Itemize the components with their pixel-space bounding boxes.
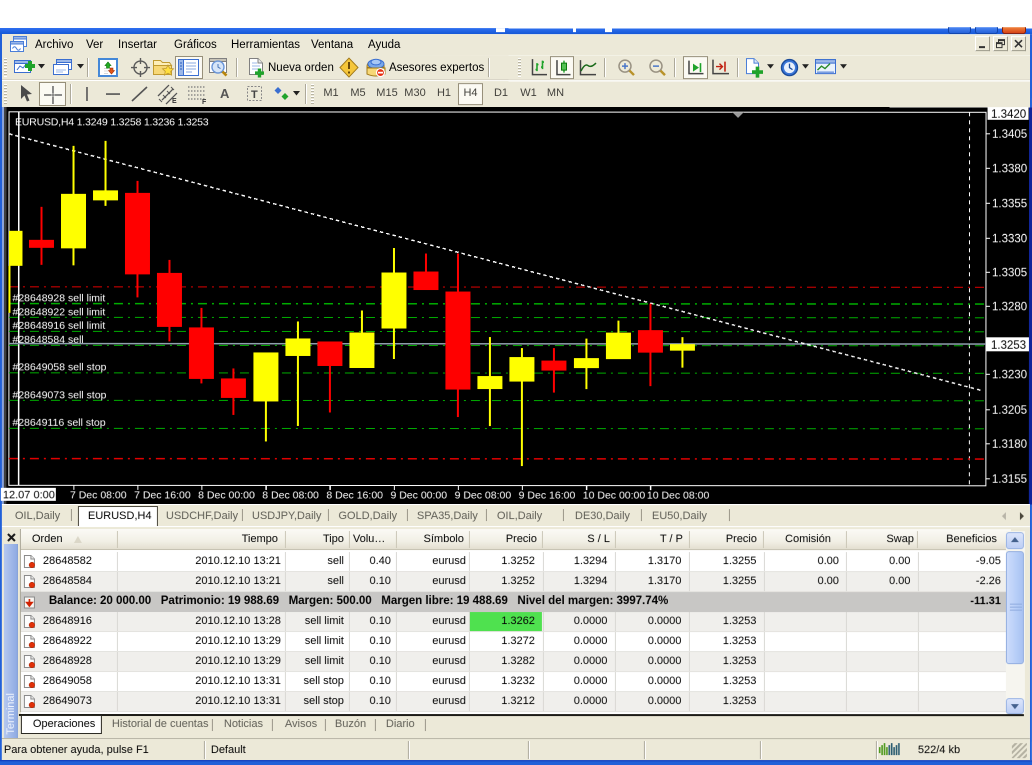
svg-text:#28649058 sell stop: #28649058 sell stop bbox=[12, 362, 106, 374]
svg-text:1.3405: 1.3405 bbox=[992, 129, 1027, 141]
svg-text:T: T bbox=[251, 89, 258, 101]
svg-text:7 Dec 16:00: 7 Dec 16:00 bbox=[134, 489, 191, 501]
svg-text:#28648922 sell limit: #28648922 sell limit bbox=[12, 306, 105, 318]
svg-text:9 Dec 00:00: 9 Dec 00:00 bbox=[390, 490, 447, 502]
svg-text:1.3280: 1.3280 bbox=[992, 301, 1027, 313]
svg-text:#28648928 sell limit: #28648928 sell limit bbox=[12, 292, 105, 304]
svg-text:EURUSD,H4 1.3249 1.3258 1.323: EURUSD,H4 1.3249 1.3258 1.3236 1.3253 bbox=[15, 116, 209, 128]
svg-text:1.3355: 1.3355 bbox=[992, 198, 1027, 210]
svg-text:1.3205: 1.3205 bbox=[992, 405, 1027, 417]
svg-text:1.3155: 1.3155 bbox=[992, 474, 1027, 486]
svg-text:12.07 0:00: 12.07 0:00 bbox=[3, 489, 55, 501]
svg-text:1.3180: 1.3180 bbox=[992, 439, 1027, 451]
svg-text:10 Dec 00:00: 10 Dec 00:00 bbox=[583, 490, 646, 502]
svg-text:8 Dec 16:00: 8 Dec 16:00 bbox=[326, 489, 383, 501]
svg-text:7 Dec 08:00: 7 Dec 08:00 bbox=[70, 489, 127, 501]
svg-text:8 Dec 08:00: 8 Dec 08:00 bbox=[262, 489, 319, 501]
svg-text:1.3420: 1.3420 bbox=[991, 109, 1026, 121]
svg-text:#28649116 sell stop: #28649116 sell stop bbox=[12, 417, 105, 429]
svg-text:1.3330: 1.3330 bbox=[992, 233, 1027, 245]
svg-text:9 Dec 08:00: 9 Dec 08:00 bbox=[455, 490, 512, 502]
svg-text:#28648584 sell: #28648584 sell bbox=[12, 334, 83, 346]
svg-text:1.3230: 1.3230 bbox=[992, 369, 1027, 381]
svg-text:10 Dec 08:00: 10 Dec 08:00 bbox=[647, 490, 710, 502]
svg-text:#28648916 sell limit: #28648916 sell limit bbox=[12, 320, 105, 332]
svg-text:E: E bbox=[172, 98, 177, 105]
svg-text:1.3305: 1.3305 bbox=[992, 267, 1027, 279]
svg-text:#28649073 sell stop: #28649073 sell stop bbox=[12, 389, 106, 401]
svg-text:8 Dec 00:00: 8 Dec 00:00 bbox=[198, 489, 255, 501]
svg-text:1.3380: 1.3380 bbox=[992, 163, 1027, 175]
svg-text:F: F bbox=[202, 99, 207, 105]
svg-text:1.3253: 1.3253 bbox=[991, 340, 1026, 352]
svg-text:9 Dec 16:00: 9 Dec 16:00 bbox=[519, 490, 576, 502]
